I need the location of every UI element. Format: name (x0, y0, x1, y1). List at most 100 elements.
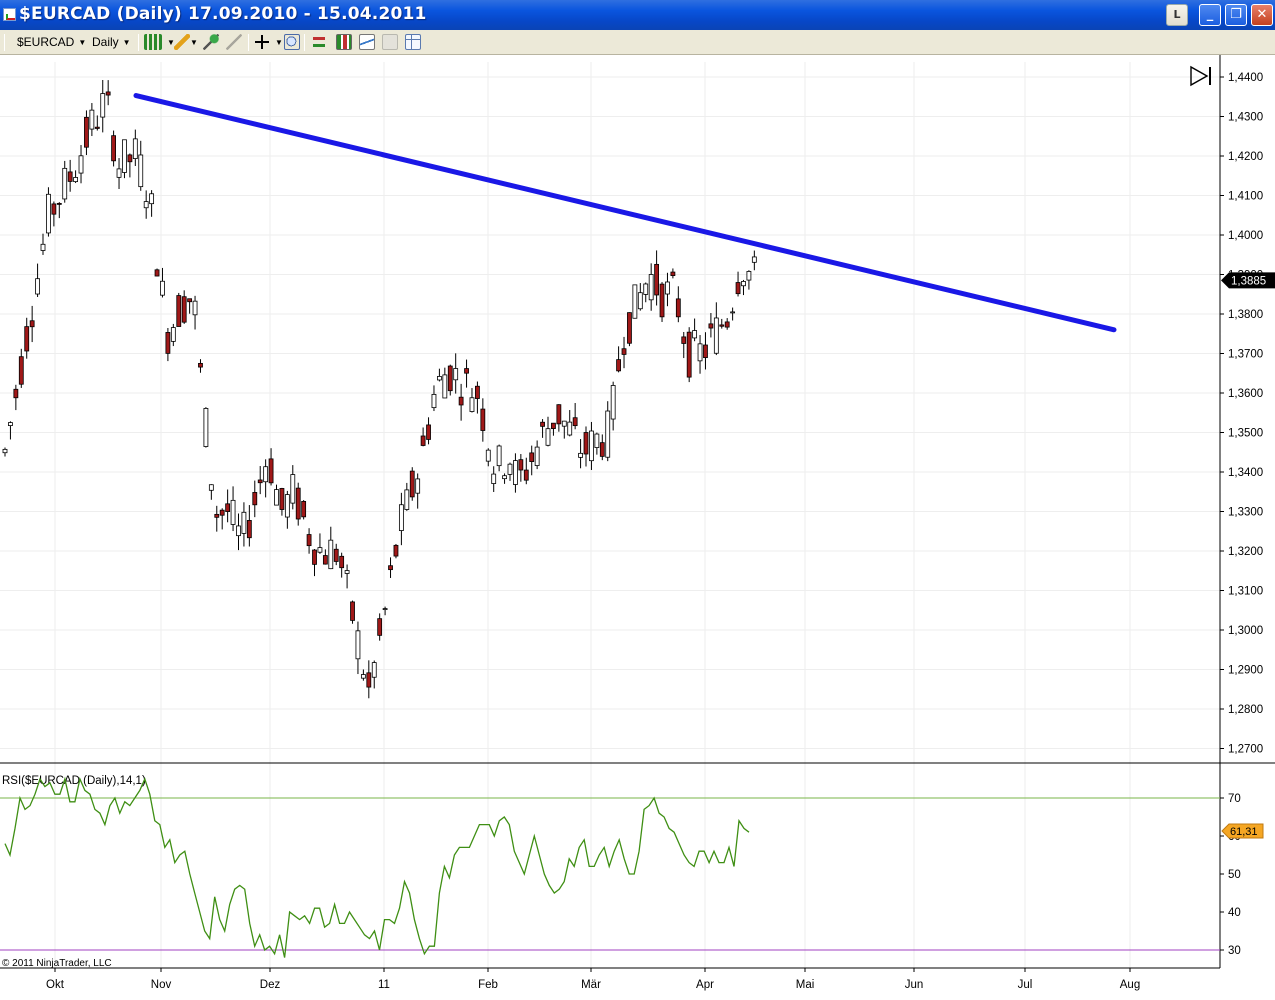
up-candle-body (697, 343, 703, 362)
close-button[interactable]: ✕ (1251, 4, 1273, 26)
bar-type-icon[interactable] (144, 34, 162, 50)
interval-selector[interactable]: Daily ▼ (92, 33, 131, 51)
down-candle-body (540, 421, 545, 427)
up-candle-body (507, 463, 513, 475)
down-candle-body (84, 116, 89, 148)
up-candle-body (382, 608, 388, 610)
time-tick-label: Jun (905, 979, 924, 991)
down-candle-body (333, 548, 339, 562)
rsi-value-label: 61,31 (1230, 826, 1258, 838)
down-candle-body (686, 331, 692, 378)
up-candle-body (692, 330, 698, 339)
crosshair-dropdown[interactable]: ▼ (271, 33, 283, 51)
price-tick-label: 1,3500 (1228, 428, 1263, 440)
up-candle-body (545, 428, 551, 446)
price-tick-label: 1,3000 (1228, 625, 1263, 637)
down-candle-body (724, 321, 730, 328)
down-candle-body (94, 126, 100, 129)
price-tick-label: 1,3400 (1228, 467, 1263, 479)
minimize-button[interactable]: _ (1199, 4, 1221, 26)
up-candle-body (284, 494, 290, 518)
down-candle-body (464, 368, 469, 374)
up-candle-body (371, 662, 377, 678)
price-tick-label: 1,2900 (1228, 665, 1263, 677)
up-candle-body (116, 168, 122, 178)
up-candle-body (355, 630, 361, 660)
chevron-down-icon: ▼ (78, 38, 87, 47)
up-candle-body (149, 193, 155, 205)
zoom-icon[interactable] (284, 34, 300, 50)
strategy-icon[interactable] (226, 34, 242, 50)
up-candle-body (442, 374, 448, 399)
chevron-down-icon: ▼ (122, 38, 131, 47)
price-tick-label: 1,3200 (1228, 546, 1263, 558)
candle (176, 292, 182, 327)
up-candle-body (122, 139, 127, 173)
down-candle-body (583, 432, 589, 455)
up-candle-body (398, 504, 404, 531)
price-tick-label: 1,4100 (1228, 191, 1263, 203)
order-entry-icon[interactable] (311, 34, 327, 50)
candle (659, 282, 665, 322)
drawing-tool-dropdown[interactable]: ▼ (186, 33, 198, 51)
down-candle-body (257, 479, 263, 484)
down-candle-body (181, 296, 187, 323)
down-candle-body (312, 549, 317, 565)
time-tick-label: Okt (46, 979, 65, 991)
instrument-selector[interactable]: $EURCAD ▼ (17, 33, 86, 51)
up-candle-body (404, 489, 410, 510)
down-candle-body (350, 601, 355, 621)
up-candle-body (160, 280, 165, 296)
link-button[interactable]: L (1166, 4, 1188, 26)
candle (632, 284, 638, 319)
down-candle-body (51, 203, 57, 215)
indicator-icon[interactable] (203, 34, 219, 50)
chart-properties-icon[interactable] (359, 34, 375, 50)
minimize-icon: _ (1206, 7, 1214, 22)
down-candle-body (214, 513, 220, 518)
down-candle-body (339, 555, 345, 569)
up-candle-body (648, 274, 654, 301)
up-candle-body (132, 138, 138, 159)
toolbar-separator (304, 34, 305, 51)
down-candle-body (13, 388, 19, 399)
down-candle-body (219, 509, 225, 516)
candle (627, 312, 632, 347)
up-candle-body (643, 283, 649, 295)
panels-icon[interactable] (405, 34, 421, 50)
data-box-icon[interactable] (336, 34, 352, 50)
price-chart[interactable]: 1,44001,43001,42001,41001,40001,39001,38… (0, 55, 1275, 1000)
up-candle-body (274, 489, 279, 506)
down-candle-body (252, 492, 258, 506)
up-candle-body (192, 300, 198, 316)
up-candle-body (751, 256, 757, 263)
copyright-text: © 2011 NinjaTrader, LLC (2, 958, 112, 969)
up-candle-body (208, 484, 214, 491)
up-candle-body (100, 93, 106, 118)
down-candle-body (458, 396, 464, 406)
up-candle-body (236, 525, 241, 537)
down-candle-body (681, 336, 687, 344)
candle (301, 500, 307, 520)
candle (447, 364, 453, 396)
up-candle-body (665, 281, 670, 295)
up-candle-body (230, 499, 236, 525)
up-candle-body (241, 511, 247, 534)
restore-button[interactable]: ❐ (1225, 4, 1247, 26)
toolbar-separator (248, 34, 249, 51)
down-candle-body (480, 408, 486, 431)
crosshair-icon[interactable] (254, 34, 270, 50)
up-candle-body (578, 452, 583, 458)
rsi-label: RSI($EURCAD (Daily),14,1) (2, 775, 146, 787)
time-tick-label: Aug (1120, 979, 1140, 991)
down-candle-body (572, 417, 578, 427)
down-candle-body (268, 458, 274, 484)
up-candle-body (78, 155, 84, 174)
chart-toolbar: $EURCAD ▼ Daily ▼ ▼ ▼ ▼ (0, 30, 1275, 55)
template-icon[interactable] (382, 34, 398, 50)
app-chart-icon (3, 8, 16, 21)
instrument-label: $EURCAD (17, 35, 75, 49)
down-candle-body (176, 295, 182, 327)
time-tick-label: Feb (478, 979, 498, 991)
rsi-value-marker: 61,31 (1221, 823, 1264, 839)
